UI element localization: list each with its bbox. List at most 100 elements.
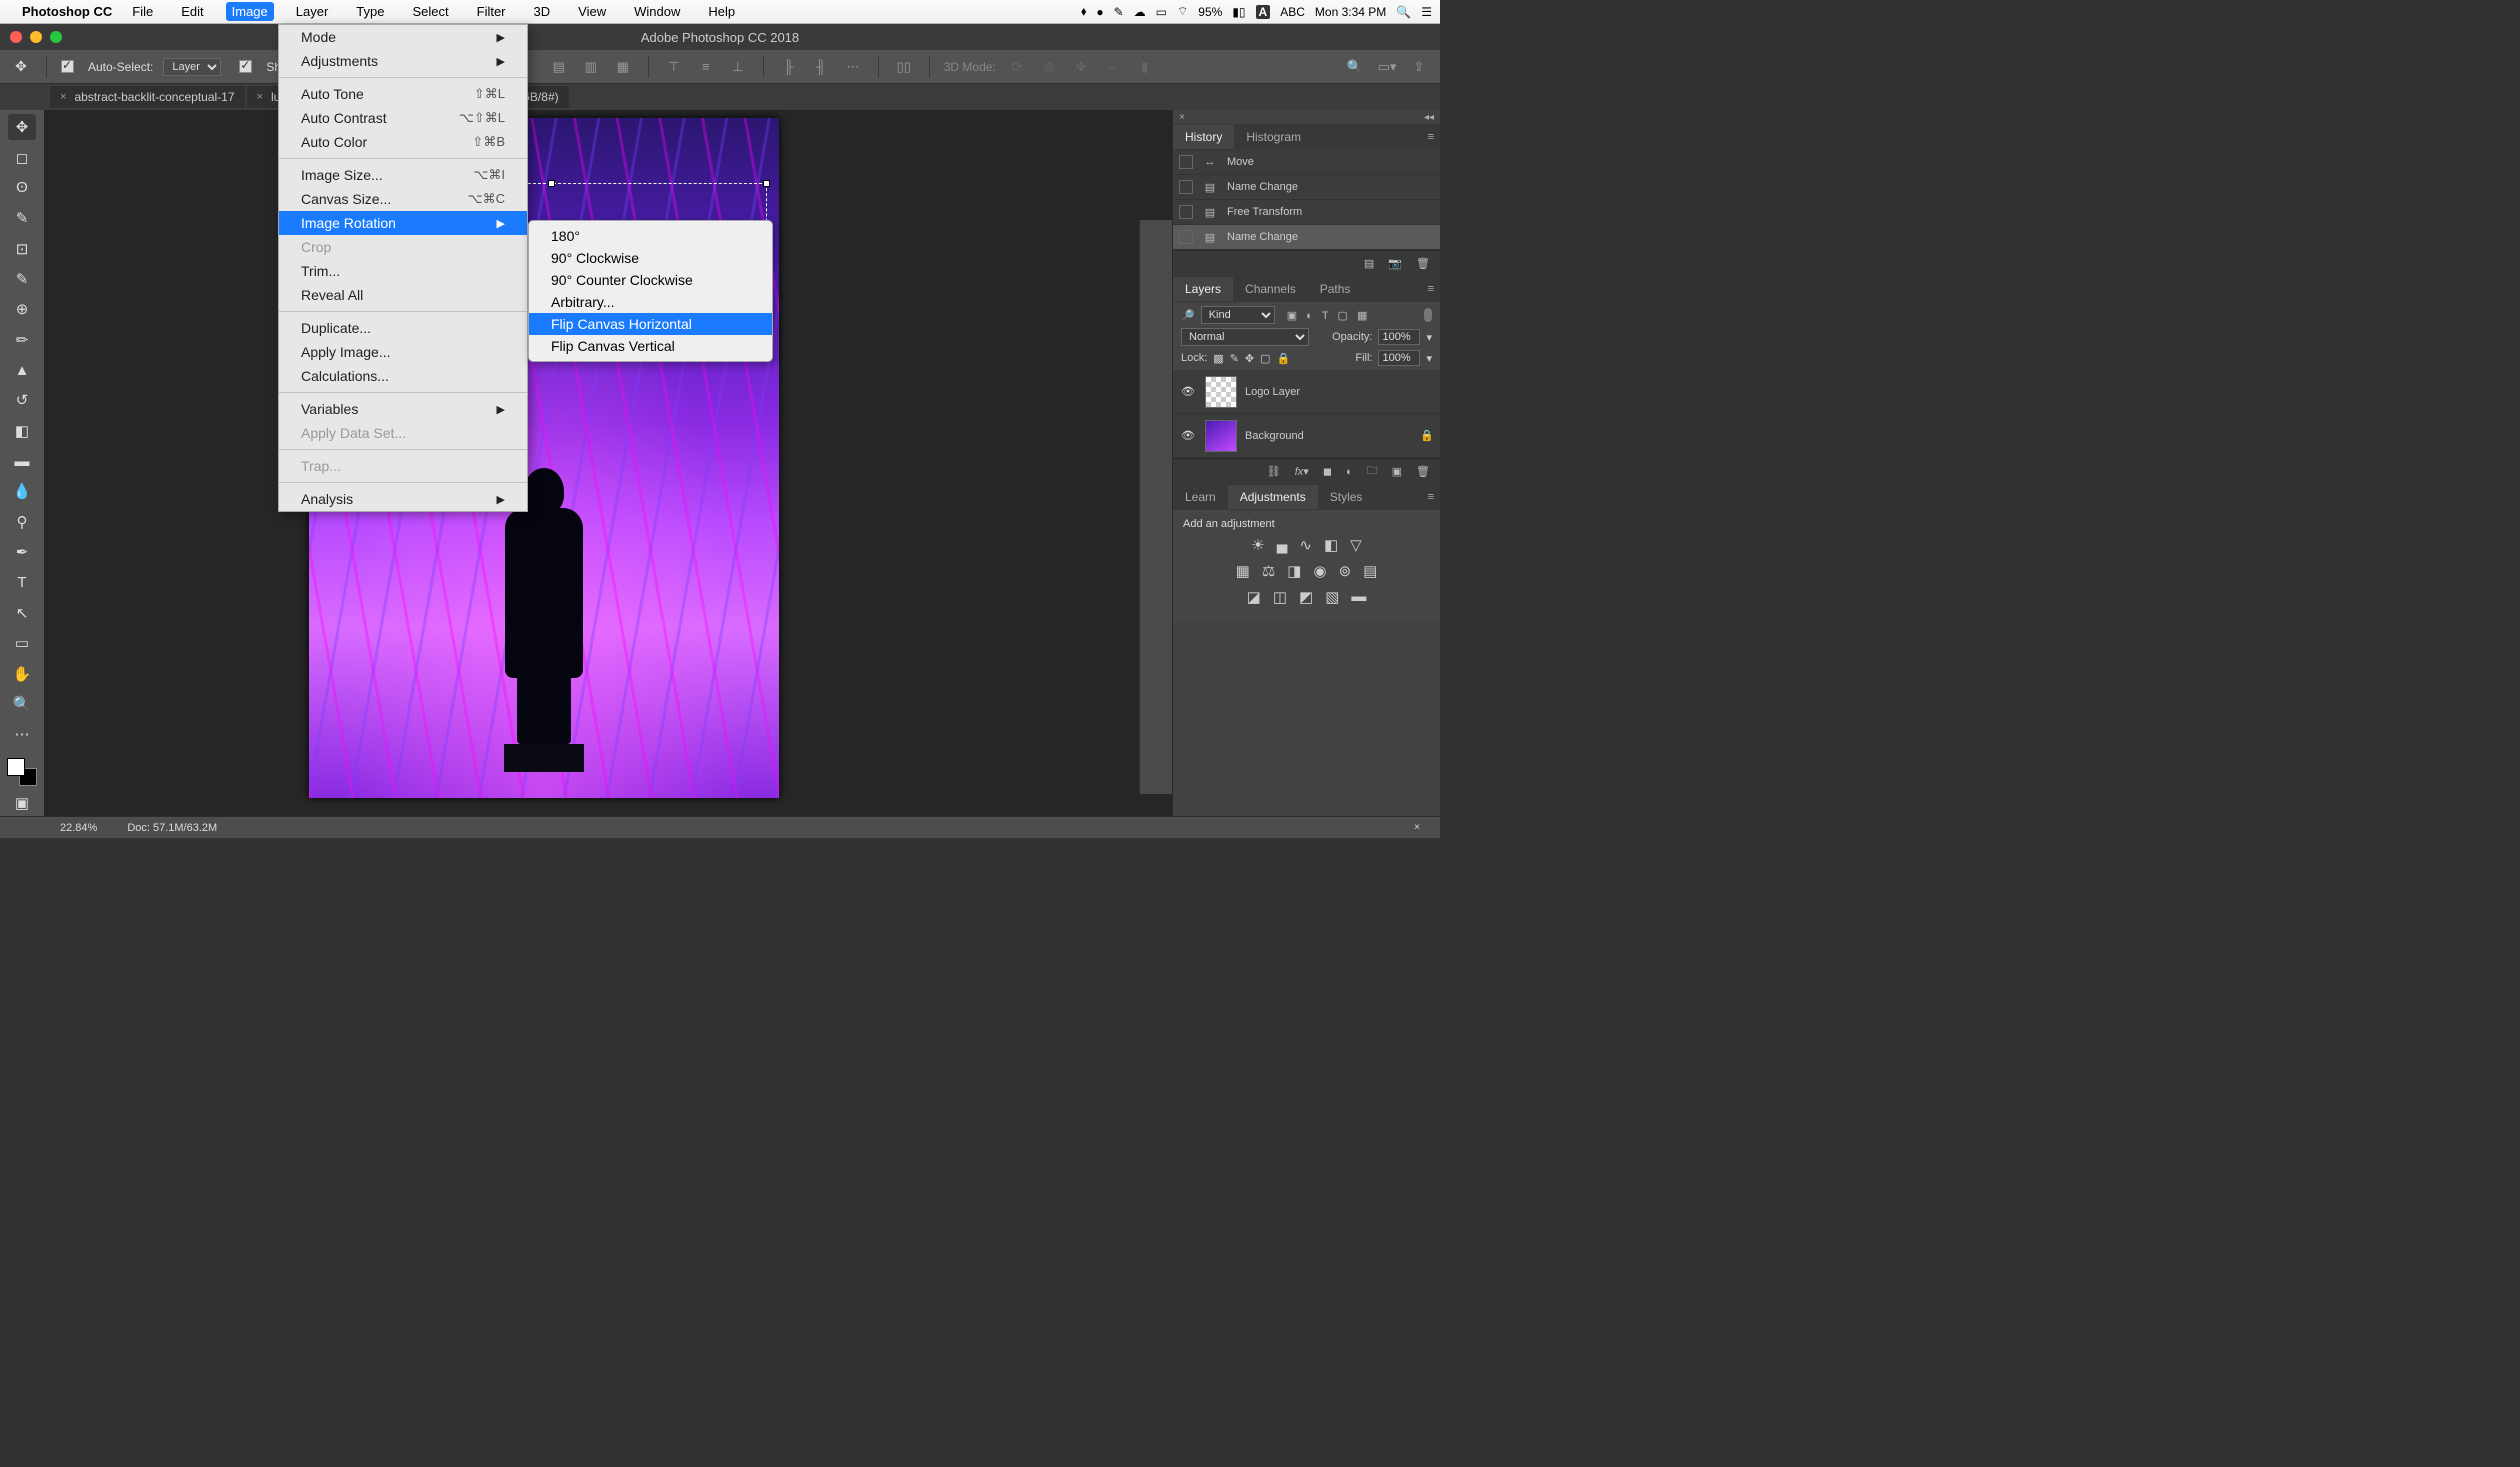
tab-learn[interactable]: Learn — [1173, 485, 1228, 509]
filter-shape-icon[interactable]: ▢ — [1337, 310, 1347, 322]
menu-edit[interactable]: Edit — [175, 2, 209, 21]
healing-tool[interactable]: ⊕ — [8, 296, 36, 322]
zoom-tool[interactable]: 🔍 — [8, 691, 36, 717]
lock-transparency-icon[interactable]: ▩ — [1213, 352, 1223, 365]
layer-group-icon[interactable]: 🗀 — [1367, 462, 1378, 481]
feather-icon[interactable]: ✎ — [1114, 5, 1124, 19]
lasso-tool[interactable]: ʘ — [8, 175, 36, 201]
channel-mixer-icon[interactable]: ⊚ — [1339, 562, 1352, 580]
move-tool[interactable]: ✥ — [8, 114, 36, 140]
filter-pixel-icon[interactable]: ▣ — [1287, 310, 1297, 322]
layer-filter-search-icon[interactable]: 🔎 — [1181, 309, 1195, 322]
filter-smart-icon[interactable]: ▦ — [1357, 310, 1367, 322]
layer-filter-kind[interactable]: Kind — [1201, 306, 1275, 324]
close-tab-icon[interactable]: × — [60, 91, 66, 103]
menu-item-calculations-[interactable]: Calculations... — [279, 364, 527, 388]
submenu-item-180-[interactable]: 180° — [529, 225, 772, 247]
tab-paths[interactable]: Paths — [1308, 277, 1363, 301]
adjustment-layer-icon[interactable]: ◐ — [1346, 466, 1353, 478]
filter-adjust-icon[interactable]: ◐ — [1306, 310, 1313, 322]
doc-size[interactable]: Doc: 57.1M/63.2M — [127, 822, 217, 834]
history-item[interactable]: ↔Move — [1173, 150, 1440, 175]
layer-visibility-icon[interactable]: 👁 — [1179, 429, 1197, 442]
history-visibility-box[interactable] — [1179, 180, 1193, 194]
hue-icon[interactable]: ▦ — [1236, 562, 1250, 580]
levels-icon[interactable]: ▄ — [1277, 536, 1288, 554]
photo-filter-icon[interactable]: ◉ — [1313, 562, 1326, 580]
edit-toolbar[interactable]: ⋯ — [8, 721, 36, 747]
opacity-input[interactable] — [1378, 329, 1420, 345]
blend-mode-select[interactable]: Normal — [1181, 328, 1309, 346]
dodge-tool[interactable]: ⚲ — [8, 509, 36, 535]
gradient-map-icon[interactable]: ▬ — [1351, 588, 1366, 606]
search-icon[interactable]: 🔍 — [1344, 56, 1366, 78]
cloud-icon[interactable]: ☁ — [1134, 5, 1146, 19]
layer-row[interactable]: 👁Background🔒 — [1173, 414, 1440, 458]
history-visibility-box[interactable] — [1179, 155, 1193, 169]
menu-filter[interactable]: Filter — [471, 2, 512, 21]
foreground-background-swatch[interactable] — [7, 758, 37, 786]
submenu-item-flip-canvas-vertical[interactable]: Flip Canvas Vertical — [529, 335, 772, 357]
menu-select[interactable]: Select — [406, 2, 454, 21]
curves-icon[interactable]: ∿ — [1299, 536, 1312, 554]
distribute-h-icon[interactable]: ╟ — [778, 56, 800, 78]
layer-name[interactable]: Logo Layer — [1245, 386, 1300, 398]
history-delete-icon[interactable]: 🗑 — [1416, 257, 1430, 270]
distribute-v-icon[interactable]: ╢ — [810, 56, 832, 78]
history-visibility-box[interactable] — [1179, 230, 1193, 244]
window-minimize-button[interactable] — [30, 31, 42, 43]
panel-menu-icon[interactable]: ≡ — [1428, 491, 1434, 503]
layer-row[interactable]: 👁Logo Layer — [1173, 370, 1440, 414]
tab-history[interactable]: History — [1173, 125, 1234, 149]
spotlight-icon[interactable]: 🔍 — [1396, 5, 1411, 19]
align-right-icon[interactable]: ▦ — [612, 56, 634, 78]
layer-thumbnail[interactable] — [1205, 376, 1237, 408]
menu-item-analysis[interactable]: Analysis▶ — [279, 487, 527, 511]
history-item[interactable]: ▤Name Change — [1173, 175, 1440, 200]
input-source-label[interactable]: ABC — [1280, 5, 1305, 19]
menu-item-apply-image-[interactable]: Apply Image... — [279, 340, 527, 364]
menu-item-auto-color[interactable]: Auto Color⇧⌘B — [279, 130, 527, 154]
battery-percent[interactable]: 95% — [1198, 5, 1222, 19]
menu-item-reveal-all[interactable]: Reveal All — [279, 283, 527, 307]
exposure-icon[interactable]: ◧ — [1324, 536, 1338, 554]
bw-icon[interactable]: ◨ — [1287, 562, 1301, 580]
statusbar-close-icon[interactable]: × — [1414, 822, 1420, 833]
submenu-item-flip-canvas-horizontal[interactable]: Flip Canvas Horizontal — [529, 313, 772, 335]
dropbox-icon[interactable]: ⬧ — [1081, 4, 1086, 19]
opacity-dropdown-icon[interactable]: ▾ — [1426, 331, 1432, 344]
threshold-icon[interactable]: ◩ — [1299, 588, 1313, 606]
clock[interactable]: Mon 3:34 PM — [1315, 5, 1386, 19]
submenu-item-arbitrary-[interactable]: Arbitrary... — [529, 291, 772, 313]
document-tab[interactable]: × abstract-backlit-conceptual-17 — [50, 86, 245, 108]
posterize-icon[interactable]: ◫ — [1273, 588, 1287, 606]
lock-image-icon[interactable]: ✎ — [1230, 352, 1239, 365]
panel-collapse-icon[interactable]: ◂◂ — [1424, 112, 1434, 123]
auto-align-icon[interactable]: ▯▯ — [893, 56, 915, 78]
panel-menu-icon[interactable]: ≡ — [1428, 283, 1434, 295]
lock-position-icon[interactable]: ✥ — [1245, 352, 1254, 365]
tab-histogram[interactable]: Histogram — [1234, 125, 1313, 149]
vibrance-icon[interactable]: ▽ — [1350, 536, 1362, 554]
align-top-icon[interactable]: ⊤ — [663, 56, 685, 78]
brush-tool[interactable]: ✏ — [8, 327, 36, 353]
show-transform-checkbox[interactable] — [239, 60, 252, 73]
type-tool[interactable]: T — [8, 569, 36, 595]
delete-layer-icon[interactable]: 🗑 — [1416, 465, 1430, 478]
fill-dropdown-icon[interactable]: ▾ — [1426, 352, 1432, 365]
filter-type-icon[interactable]: T — [1322, 310, 1329, 322]
zoom-level[interactable]: 22.84% — [60, 822, 97, 834]
align-left-icon[interactable]: ▤ — [548, 56, 570, 78]
shape-tool[interactable]: ▭ — [8, 630, 36, 656]
marquee-tool[interactable]: ◻ — [8, 144, 36, 170]
control-center-icon[interactable]: ☰ — [1421, 5, 1432, 19]
gradient-tool[interactable]: ▬ — [8, 448, 36, 474]
tab-layers[interactable]: Layers — [1173, 277, 1233, 301]
align-bottom-icon[interactable]: ⊥ — [727, 56, 749, 78]
history-brush-tool[interactable]: ↺ — [8, 387, 36, 413]
tab-channels[interactable]: Channels — [1233, 277, 1308, 301]
path-tool[interactable]: ↖ — [8, 600, 36, 626]
layer-thumbnail[interactable] — [1205, 420, 1237, 452]
pen-tool[interactable]: ✒ — [8, 539, 36, 565]
submenu-item-90-counter-clockwise[interactable]: 90° Counter Clockwise — [529, 269, 772, 291]
